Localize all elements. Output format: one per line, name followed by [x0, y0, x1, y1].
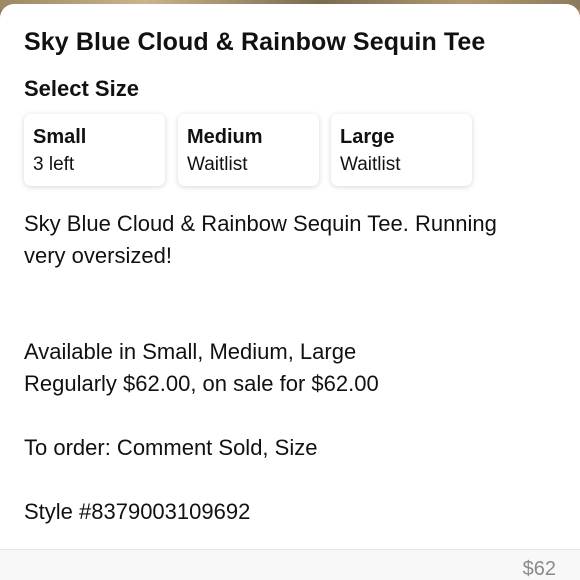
footer-price: $62 — [522, 558, 556, 580]
size-option-label: Medium — [187, 126, 263, 148]
product-title: Sky Blue Cloud & Rainbow Sequin Tee — [24, 28, 486, 56]
pricing-text: Regularly $62.00, on sale for $62.00 — [24, 371, 379, 396]
size-option-large[interactable]: Large Waitlist — [331, 114, 472, 186]
size-option-status: 3 left — [33, 154, 75, 175]
size-option-status: Waitlist — [340, 154, 401, 175]
size-option-label: Small — [33, 126, 87, 148]
description-line: Sky Blue Cloud & Rainbow Sequin Tee. Run… — [24, 211, 497, 236]
size-option-small[interactable]: Small 3 left — [24, 114, 165, 186]
product-description: Sky Blue Cloud & Rainbow Sequin Tee. Run… — [24, 208, 556, 528]
select-size-heading: Select Size — [24, 76, 139, 101]
style-number: Style #8379003109692 — [24, 499, 251, 524]
availability-text: Available in Small, Medium, Large — [24, 339, 357, 364]
description-line: very oversized! — [24, 243, 172, 268]
size-option-label: Large — [340, 126, 395, 148]
order-instructions: To order: Comment Sold, Size — [24, 435, 318, 460]
price-footer: $62 — [0, 549, 580, 580]
size-option-medium[interactable]: Medium Waitlist — [178, 114, 319, 186]
size-option-status: Waitlist — [187, 154, 248, 175]
product-detail-sheet: Sky Blue Cloud & Rainbow Sequin Tee Sele… — [0, 4, 580, 580]
